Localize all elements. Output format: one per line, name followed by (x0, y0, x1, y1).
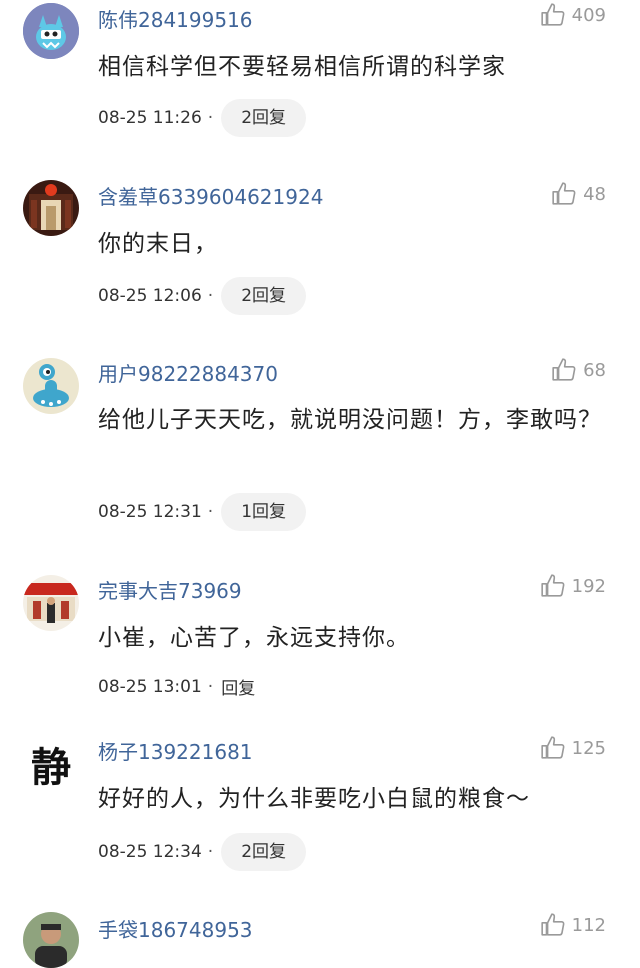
meta-separator: · (207, 842, 214, 862)
meta-separator: · (207, 502, 214, 522)
thumbs-up-icon (540, 3, 565, 26)
username[interactable]: 陈伟284199516 (98, 4, 253, 33)
thumbs-up-icon (552, 182, 576, 205)
like-button[interactable]: 192 (540, 573, 606, 599)
calligraphy-char: 静 (31, 744, 71, 791)
reply-button[interactable]: 2回复 (221, 277, 307, 315)
reply-button[interactable]: 2回复 (221, 833, 307, 871)
like-button[interactable]: 48 (551, 181, 606, 207)
username[interactable]: 含羞草6339604621924 (98, 181, 323, 210)
meta-separator: · (207, 676, 214, 697)
thumbs-up-icon (540, 736, 565, 759)
comment-meta: 08-25 12:06 · 2回复 (98, 277, 307, 315)
like-count: 68 (583, 359, 606, 381)
blue-alien-icon (23, 358, 79, 414)
username[interactable]: 手袋186748953 (98, 914, 253, 943)
comment-meta: 08-25 12:31 · 1回复 (98, 493, 307, 531)
meta-separator: · (207, 286, 214, 306)
timestamp: 08-25 12:06 (98, 286, 202, 306)
avatar[interactable] (23, 3, 79, 59)
like-count: 192 (571, 575, 606, 597)
avatar[interactable] (23, 358, 79, 414)
like-button[interactable]: 68 (551, 357, 606, 383)
like-count: 48 (583, 183, 606, 205)
meta-separator: · (207, 108, 214, 128)
reply-button[interactable]: 2回复 (221, 99, 307, 137)
like-count: 125 (571, 737, 606, 759)
comment-text: 相信科学但不要轻易相信所谓的科学家 (98, 54, 506, 80)
like-button[interactable]: 112 (540, 912, 606, 938)
comment-text: 你的末日， (98, 231, 218, 257)
red-building-photo-icon (23, 575, 79, 631)
like-button[interactable]: 125 (540, 735, 606, 761)
avatar[interactable]: 静 (23, 736, 79, 792)
calligraphy-avatar: 静 (23, 736, 79, 792)
lantern-corridor-icon (23, 180, 79, 236)
like-count: 409 (571, 4, 606, 26)
thumbs-up-icon (540, 574, 565, 597)
username[interactable]: 完事大吉73969 (98, 575, 242, 604)
thumbs-up-icon (552, 358, 576, 381)
comment-text: 好好的人，为什么非要吃小白鼠的粮食～ (98, 786, 530, 812)
blue-monster-icon (23, 3, 79, 59)
thumbs-up-icon (540, 913, 565, 936)
reply-link[interactable]: 回复 (221, 674, 255, 699)
comment-text: 给他儿子天天吃，就说明没问题！方，李敢吗？ (98, 407, 602, 433)
username[interactable]: 杨子139221681 (98, 736, 253, 765)
like-button[interactable]: 409 (540, 2, 606, 28)
timestamp: 08-25 13:01 (98, 676, 202, 697)
timestamp: 08-25 12:31 (98, 502, 202, 522)
timestamp: 08-25 12:34 (98, 842, 202, 862)
comment-meta: 08-25 13:01 · 回复 (98, 674, 255, 700)
avatar[interactable] (23, 180, 79, 236)
username[interactable]: 用户98222884370 (98, 358, 278, 387)
comment-text: 小崔，心苦了，永远支持你。 (98, 625, 410, 651)
timestamp: 08-25 11:26 (98, 108, 202, 128)
reply-button[interactable]: 1回复 (221, 493, 307, 531)
avatar[interactable] (23, 575, 79, 631)
comment-meta: 08-25 12:34 · 2回复 (98, 833, 307, 871)
like-count: 112 (571, 914, 606, 936)
comment-meta: 08-25 11:26 · 2回复 (98, 99, 307, 137)
